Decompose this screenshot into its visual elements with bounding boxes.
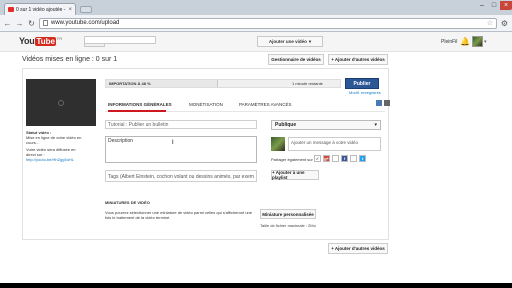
video-manager-button[interactable]: Gestionnaire de vidéos bbox=[268, 54, 324, 65]
share-checkbox-2[interactable] bbox=[332, 155, 339, 162]
active-tab-indicator bbox=[108, 110, 166, 112]
twitter-icon[interactable]: t bbox=[359, 155, 366, 162]
logo-tube: Tube bbox=[35, 36, 56, 46]
url-label: Votre vidéo sera diffusée en direct sur … bbox=[26, 147, 76, 157]
bell-icon[interactable]: 🔔 bbox=[460, 37, 470, 46]
avatar[interactable] bbox=[472, 36, 483, 47]
url-text: www.youtube.com/upload bbox=[51, 20, 120, 26]
tab-monetization[interactable]: MONÉTISATION bbox=[189, 102, 223, 107]
tab-strip: 0 sur 1 vidéo ajoutée - YouTube × – □ × bbox=[0, 0, 512, 15]
browser-chrome: 0 sur 1 vidéo ajoutée - YouTube × – □ × … bbox=[0, 0, 512, 32]
bottom-strip bbox=[0, 283, 512, 288]
chevron-down-icon: ▾ bbox=[308, 38, 312, 44]
browser-tab[interactable]: 0 sur 1 vidéo ajoutée - YouTube × bbox=[4, 3, 76, 15]
publish-button[interactable]: Publier bbox=[345, 78, 379, 89]
chevron-down-icon: ▾ bbox=[374, 122, 377, 128]
forward-icon[interactable]: → bbox=[15, 19, 24, 28]
share-also-label: Partager également sur bbox=[271, 157, 313, 162]
search-input[interactable] bbox=[84, 36, 156, 44]
add-more-videos-button-bottom[interactable]: + Ajouter d'autres vidéos bbox=[328, 243, 388, 254]
upload-tabs: INFORMATIONS GÉNÉRALES MONÉTISATION PARA… bbox=[105, 98, 385, 112]
custom-thumbnail-button[interactable]: Miniature personnalisée bbox=[260, 209, 316, 219]
window-close-button[interactable]: × bbox=[500, 1, 512, 10]
youtube-header: You Tube FR ⌕ Ajouter une vidéo ▾ PleinF… bbox=[0, 32, 512, 52]
thumbnails-description: Vous pourrez sélectionner une miniature … bbox=[105, 210, 252, 220]
preview-icon[interactable] bbox=[376, 100, 382, 106]
tab-icons bbox=[376, 100, 390, 106]
progress-label: IMPORTATION À 48 % bbox=[109, 81, 151, 86]
add-video-header-button[interactable]: Ajouter une vidéo ▾ bbox=[257, 36, 323, 47]
share-avatar bbox=[271, 137, 285, 151]
share-checkbox[interactable]: ✓ bbox=[314, 155, 321, 162]
window-minimize-button[interactable]: – bbox=[476, 1, 488, 10]
username[interactable]: PleinFil bbox=[441, 39, 457, 45]
search-box: ⌕ bbox=[84, 36, 257, 47]
thumbnails-heading: MINIATURES DE VIDÉO bbox=[105, 200, 150, 205]
settings-icon[interactable] bbox=[384, 100, 390, 106]
draft-saved-link[interactable]: Modif. enregistrés bbox=[349, 90, 381, 95]
add-more-videos-button-top[interactable]: + Ajouter d'autres vidéos bbox=[328, 54, 388, 65]
reload-icon[interactable]: ↻ bbox=[27, 19, 36, 28]
wrench-icon[interactable]: ⚙ bbox=[500, 19, 509, 28]
page-title: Vidéos mises en ligne : 0 sur 1 bbox=[22, 56, 118, 63]
privacy-select[interactable]: Publique ▾ bbox=[271, 120, 381, 130]
new-tab-button[interactable] bbox=[80, 6, 92, 13]
upload-progress-bar: IMPORTATION À 48 % 1 minute restante bbox=[105, 79, 341, 88]
tab-advanced-settings[interactable]: PARAMÈTRES AVANCÉS bbox=[239, 102, 292, 107]
loading-spinner-icon bbox=[58, 99, 64, 106]
upload-status-info: Statut vidéo : Mise en ligne de votre vi… bbox=[26, 130, 86, 162]
bookmark-star-icon[interactable]: ☆ bbox=[487, 19, 493, 27]
add-video-label: Ajouter une vidéo bbox=[268, 39, 307, 44]
share-checkbox-3[interactable] bbox=[350, 155, 357, 162]
privacy-value: Publique bbox=[275, 122, 297, 128]
facebook-icon[interactable]: f bbox=[341, 155, 348, 162]
share-message-input[interactable]: Ajouter un message à votre vidéo bbox=[288, 137, 381, 151]
upload-page: Vidéos mises en ligne : 0 sur 1 Gestionn… bbox=[0, 52, 512, 283]
tags-input[interactable]: Tags (Albert Einstein, cochon volant ou … bbox=[105, 170, 257, 182]
tab-close-icon[interactable]: × bbox=[68, 7, 72, 13]
status-text: Mise en ligne de votre vidéo en cours… bbox=[26, 135, 82, 145]
logo-you: You bbox=[19, 36, 35, 46]
add-to-playlist-button[interactable]: + Ajouter à une playlist bbox=[271, 170, 319, 180]
social-share-options: ✓ g+ f t bbox=[314, 155, 366, 162]
video-thumbnail bbox=[26, 79, 96, 126]
browser-toolbar: ← → ↻ www.youtube.com/upload ☆ ⚙ bbox=[0, 15, 512, 32]
logo-region: FR bbox=[56, 36, 63, 41]
google-plus-icon[interactable]: g+ bbox=[323, 155, 330, 162]
youtube-logo[interactable]: You Tube FR bbox=[19, 36, 62, 46]
video-title-input[interactable]: Tutorial : Publier un bulletin bbox=[105, 120, 257, 129]
text-cursor-icon: I bbox=[172, 140, 174, 146]
browser-tab-title: 0 sur 1 vidéo ajoutée - YouTube bbox=[16, 6, 66, 13]
upload-card: Statut vidéo : Mise en ligne de votre vi… bbox=[22, 68, 390, 240]
video-url-link[interactable]: http://youtu.be/HhZgg5uHL bbox=[26, 157, 86, 162]
address-bar[interactable]: www.youtube.com/upload ☆ bbox=[39, 17, 497, 29]
window-maximize-button[interactable]: □ bbox=[488, 1, 500, 10]
avatar-chevron-icon[interactable]: ▾ bbox=[484, 39, 487, 45]
tab-general-info[interactable]: INFORMATIONS GÉNÉRALES bbox=[108, 102, 172, 107]
youtube-favicon-icon bbox=[8, 7, 14, 12]
max-file-size: Taille de fichier maximale : 2Mo bbox=[260, 223, 316, 228]
time-remaining: 1 minute restante bbox=[292, 81, 323, 86]
description-textarea[interactable]: Description I bbox=[105, 136, 257, 163]
page-icon bbox=[43, 20, 48, 26]
back-icon[interactable]: ← bbox=[3, 19, 12, 28]
description-placeholder: Description bbox=[108, 138, 134, 144]
